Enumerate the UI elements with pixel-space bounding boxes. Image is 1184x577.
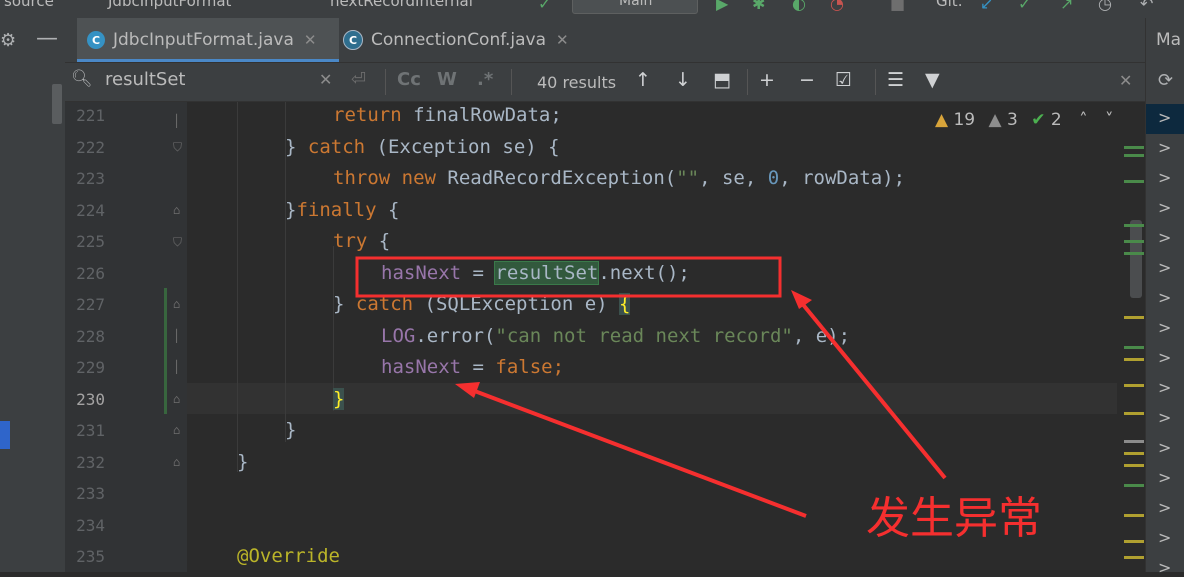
arrow-head [791,290,812,309]
annotation-label: 发生异常 [866,493,1042,544]
annotation-arrow [794,294,947,480]
arrow-head [455,382,480,398]
annotation-arrow [471,388,807,518]
highlight-box [355,256,782,298]
